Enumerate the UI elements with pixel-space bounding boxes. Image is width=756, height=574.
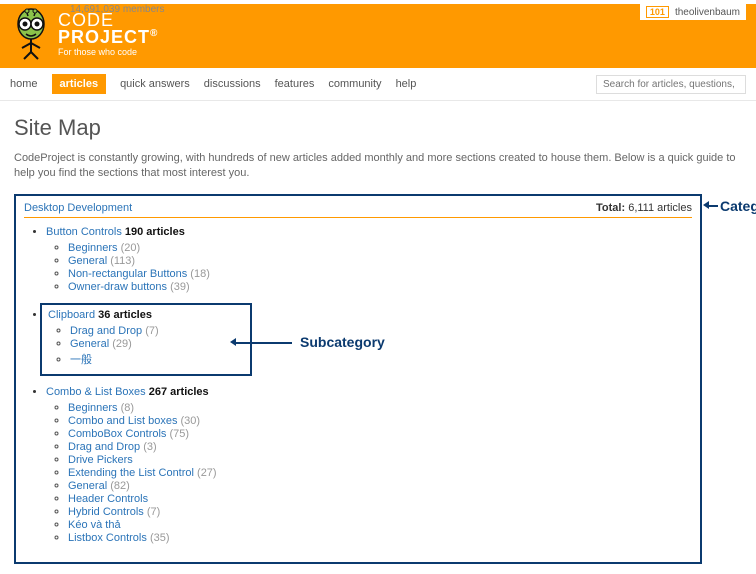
arrow-head-icon [230,338,236,346]
nav-community[interactable]: community [328,78,381,90]
list-item[interactable]: General (113) [68,255,692,267]
user-points-badge: 101 [646,6,669,18]
annotation-subcategory: Subcategory [300,334,385,350]
header: 14,691,039 members CODE [0,4,756,68]
arrow-head-icon [703,201,709,209]
list-item[interactable]: Extending the List Control (27) [68,467,692,479]
nav-home[interactable]: home [10,78,38,90]
list-item[interactable]: Drive Pickers [68,454,692,466]
list-item[interactable]: Hybrid Controls (7) [68,506,692,518]
nav-discussions[interactable]: discussions [204,78,261,90]
search-box[interactable] [596,75,746,94]
list-item[interactable]: Drag and Drop (3) [68,441,692,453]
subcategory-link[interactable]: Button Controls [46,226,122,238]
nav-articles[interactable]: articles [52,74,107,94]
member-count: 14,691,039 members [70,4,165,15]
list-item[interactable]: Non-rectangular Buttons (18) [68,268,692,280]
list-item[interactable]: Kéo và thả [68,519,692,531]
page-title: Site Map [14,115,742,141]
list-item[interactable]: Header Controls [68,493,692,505]
subcategory-link[interactable]: Clipboard [48,309,95,321]
arrow-icon [234,342,292,344]
list-item[interactable]: ComboBox Controls (75) [68,428,692,440]
list-item[interactable]: Drag and Drop (7) [70,325,244,337]
username-label: theolivenbaum [675,7,740,18]
search-input[interactable] [603,79,735,90]
nav-help[interactable]: help [396,78,417,90]
list-item[interactable]: General (82) [68,480,692,492]
list-item[interactable]: Beginners (20) [68,242,692,254]
list-item[interactable]: Owner-draw buttons (39) [68,281,692,293]
subcategory-link[interactable]: Combo & List Boxes [46,386,146,398]
list-item[interactable]: Combo and List boxes (30) [68,415,692,427]
nav-features[interactable]: features [275,78,315,90]
nav-quick-answers[interactable]: quick answers [120,78,190,90]
category-total: Total: 6,111 articles [596,202,692,214]
category-box: Desktop Development Total: 6,111 article… [14,194,702,564]
subcategory-combo-list-boxes: Combo & List Boxes 267 articles Beginner… [46,386,692,544]
annotation-category: Category [720,198,756,214]
logo-bob-icon [10,8,52,60]
subcategory-button-controls: Button Controls 190 articles Beginners (… [46,226,692,293]
logo[interactable]: CODE PROJECT® For those who code [10,8,158,68]
main-nav: home articles quick answers discussions … [0,68,756,101]
logo-text: CODE PROJECT® For those who code [58,12,158,57]
page-intro: CodeProject is constantly growing, with … [14,151,742,182]
user-area[interactable]: 101 theolivenbaum [640,4,746,20]
subcategory-highlight-box: Clipboard 36 articles Drag and Drop (7) … [40,303,252,376]
list-item[interactable]: General (29) [70,338,244,350]
list-item[interactable]: 一般 [70,351,244,367]
category-link[interactable]: Desktop Development [24,202,132,214]
list-item[interactable]: Listbox Controls (35) [68,532,692,544]
list-item[interactable]: Beginners (8) [68,402,692,414]
